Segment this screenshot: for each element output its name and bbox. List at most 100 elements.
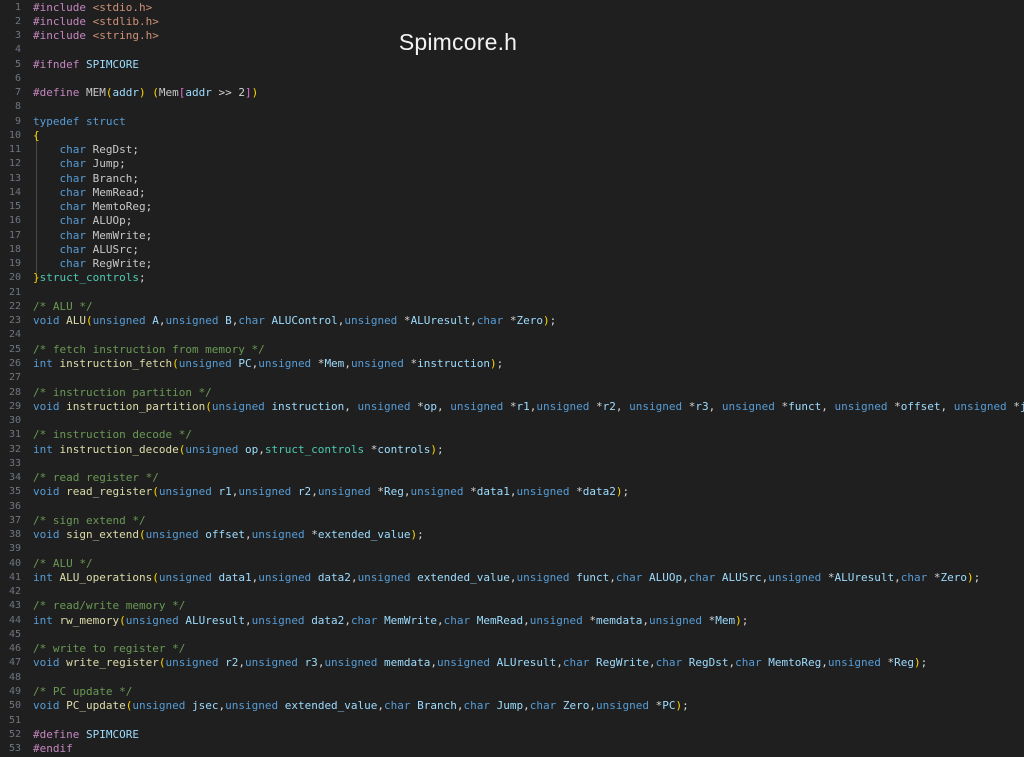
line-content[interactable]: #define SPIMCORE [33, 728, 139, 742]
code-line[interactable]: 6 [0, 72, 1024, 86]
line-content[interactable]: int instruction_decode(unsigned op,struc… [33, 443, 444, 457]
line-content[interactable]: void sign_extend(unsigned offset,unsigne… [33, 528, 424, 542]
code-line[interactable]: 27 [0, 371, 1024, 385]
line-content[interactable]: #define MEM(addr) (Mem[addr >> 2]) [33, 86, 258, 100]
code-line[interactable]: 20}struct_controls; [0, 271, 1024, 285]
line-content[interactable]: char ALUSrc; [33, 243, 140, 257]
code-line[interactable]: 38 void sign_extend(unsigned offset,unsig… [0, 528, 1024, 542]
line-content[interactable]: /* read/write memory */ [33, 599, 185, 613]
line-content[interactable]: /* instruction decode */ [33, 428, 192, 442]
code-line[interactable]: 44 int rw_memory(unsigned ALUresult,unsig… [0, 614, 1024, 628]
code-token: <stdio.h> [92, 0, 153, 14]
code-line[interactable]: 1 #include <stdio.h> [0, 1, 1024, 15]
line-content[interactable]: }struct_controls; [33, 271, 146, 285]
code-line[interactable]: 33 [0, 457, 1024, 471]
line-content[interactable]: void instruction_partition(unsigned inst… [33, 400, 1024, 414]
code-line[interactable]: 29 void instruction_partition(unsigned in… [0, 400, 1024, 414]
code-line[interactable]: 42 [0, 585, 1024, 599]
code-line[interactable]: 50 void PC_update(unsigned jsec,unsigned … [0, 699, 1024, 713]
code-line[interactable]: 53 #endif [0, 742, 1024, 756]
code-line[interactable]: 10 { [0, 129, 1024, 143]
line-content[interactable]: #ifndef SPIMCORE [33, 58, 139, 72]
code-line[interactable]: 36 [0, 500, 1024, 514]
code-line[interactable]: 16 char ALUOp; [0, 214, 1024, 228]
code-line[interactable]: 25 /* fetch instruction from memory */ [0, 343, 1024, 357]
line-content[interactable]: void write_register(unsigned r2,unsigned… [33, 656, 927, 670]
code-line[interactable]: 14 char MemRead; [0, 186, 1024, 200]
line-content[interactable]: /* PC update */ [33, 685, 132, 699]
line-content[interactable]: char MemRead; [33, 186, 146, 200]
code-line[interactable]: 7 #define MEM(addr) (Mem[addr >> 2]) [0, 86, 1024, 100]
code-line[interactable]: 17 char MemWrite; [0, 229, 1024, 243]
code-token: Zero [562, 699, 590, 713]
line-content[interactable]: void read_register(unsigned r1,unsigned … [33, 485, 629, 499]
code-line[interactable]: 13 char Branch; [0, 172, 1024, 186]
line-content[interactable]: char Jump; [33, 157, 126, 171]
code-line[interactable]: 4 [0, 43, 1024, 57]
line-content[interactable]: char RegDst; [33, 143, 140, 157]
line-content[interactable]: /* write to register */ [33, 642, 185, 656]
code-token: unsigned [516, 570, 570, 584]
code-line[interactable]: 34 /* read register */ [0, 471, 1024, 485]
line-content[interactable]: int ALU_operations(unsigned data1,unsign… [33, 571, 980, 585]
code-line[interactable]: 28 /* instruction partition */ [0, 386, 1024, 400]
code-line[interactable]: 2 #include <stdlib.h> [0, 15, 1024, 29]
line-content[interactable]: int instruction_fetch(unsigned PC,unsign… [33, 357, 503, 371]
line-content[interactable]: #include <string.h> [33, 29, 159, 43]
line-content[interactable]: char RegWrite; [33, 257, 153, 271]
code-line[interactable]: 47 void write_register(unsigned r2,unsign… [0, 656, 1024, 670]
line-content[interactable]: void PC_update(unsigned jsec,unsigned ex… [33, 699, 689, 713]
line-content[interactable]: char ALUOp; [33, 214, 133, 228]
line-content[interactable]: /* ALU */ [33, 300, 93, 314]
line-content[interactable]: /* sign extend */ [33, 514, 146, 528]
code-line[interactable]: 32 int instruction_decode(unsigned op,str… [0, 443, 1024, 457]
line-content[interactable]: int rw_memory(unsigned ALUresult,unsigne… [33, 614, 748, 628]
code-line[interactable]: 35 void read_register(unsigned r1,unsigne… [0, 485, 1024, 499]
code-line[interactable]: 23 void ALU(unsigned A,unsigned B,char AL… [0, 314, 1024, 328]
code-line[interactable]: 48 [0, 671, 1024, 685]
code-line[interactable]: 31 /* instruction decode */ [0, 428, 1024, 442]
line-content[interactable]: /* ALU */ [33, 557, 93, 571]
line-content[interactable]: char Branch; [33, 172, 140, 186]
line-content[interactable]: /* fetch instruction from memory */ [33, 343, 265, 357]
code-content[interactable]: 1 #include <stdio.h> 2 #include <stdlib.h> 3… [0, 0, 1024, 757]
line-content[interactable]: #include <stdio.h> [33, 1, 152, 15]
code-line[interactable]: 39 [0, 542, 1024, 556]
code-line[interactable]: 26 int instruction_fetch(unsigned PC,unsi… [0, 357, 1024, 371]
code-token: * [887, 399, 901, 413]
code-line[interactable]: 22 /* ALU */ [0, 300, 1024, 314]
code-token: ALUresult [834, 570, 895, 584]
code-line[interactable]: 46 /* write to register */ [0, 642, 1024, 656]
code-token: RegDst [688, 656, 729, 670]
code-line[interactable]: 41 int ALU_operations(unsigned data1,unsi… [0, 571, 1024, 585]
line-content[interactable]: #include <stdlib.h> [33, 15, 159, 29]
code-token: char [59, 185, 87, 199]
code-line[interactable]: 49 /* PC update */ [0, 685, 1024, 699]
code-line[interactable]: 3 #include <string.h> [0, 29, 1024, 43]
code-line[interactable]: 8 [0, 100, 1024, 114]
code-line[interactable]: 52 #define SPIMCORE [0, 728, 1024, 742]
line-content[interactable]: { [33, 129, 40, 143]
line-content[interactable]: char MemtoReg; [33, 200, 153, 214]
code-line[interactable]: 30 [0, 414, 1024, 428]
code-line[interactable]: 12 char Jump; [0, 157, 1024, 171]
line-content[interactable]: #endif [33, 742, 73, 756]
line-content[interactable]: /* instruction partition */ [33, 386, 212, 400]
line-content[interactable]: typedef struct [33, 115, 126, 129]
code-line[interactable]: 5 #ifndef SPIMCORE [0, 58, 1024, 72]
code-line[interactable]: 11 char RegDst; [0, 143, 1024, 157]
code-line[interactable]: 15 char MemtoReg; [0, 200, 1024, 214]
code-line[interactable]: 21 [0, 286, 1024, 300]
code-line[interactable]: 9 typedef struct [0, 115, 1024, 129]
code-line[interactable]: 45 [0, 628, 1024, 642]
code-line[interactable]: 51 [0, 714, 1024, 728]
line-content[interactable]: char MemWrite; [33, 229, 153, 243]
code-line[interactable]: 37 /* sign extend */ [0, 514, 1024, 528]
code-line[interactable]: 19 char RegWrite; [0, 257, 1024, 271]
code-line[interactable]: 18 char ALUSrc; [0, 243, 1024, 257]
code-line[interactable]: 40 /* ALU */ [0, 557, 1024, 571]
line-content[interactable]: /* read register */ [33, 471, 159, 485]
code-line[interactable]: 43 /* read/write memory */ [0, 599, 1024, 613]
code-line[interactable]: 24 [0, 328, 1024, 342]
line-content[interactable]: void ALU(unsigned A,unsigned B,char ALUC… [33, 314, 556, 328]
